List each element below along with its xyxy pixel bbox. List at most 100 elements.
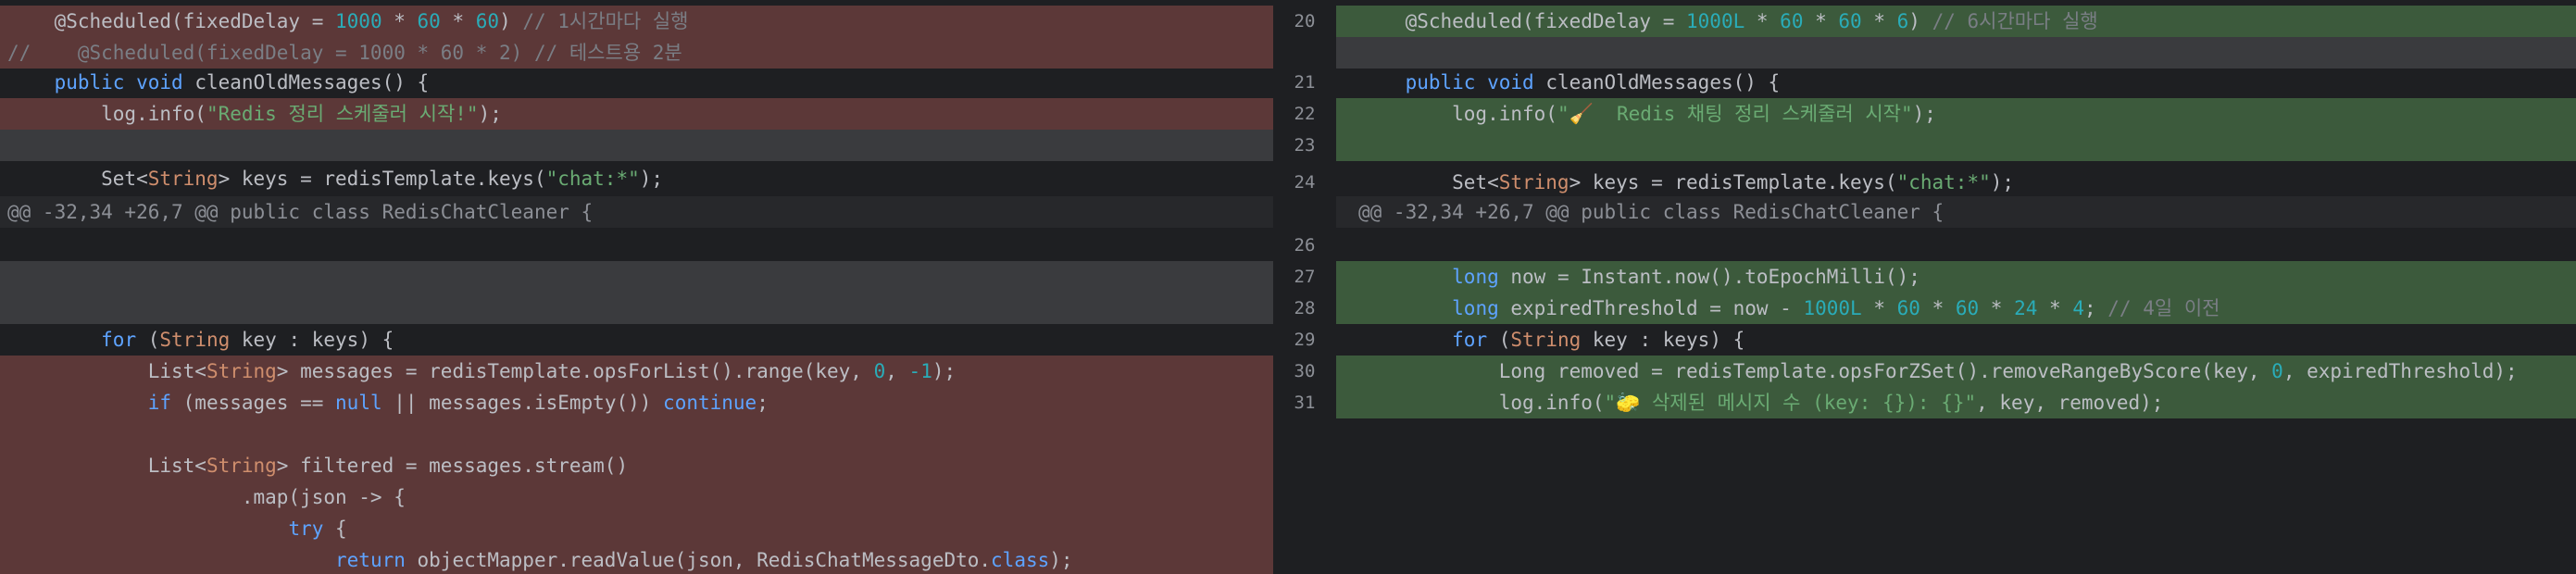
code-token: ) bbox=[499, 10, 523, 32]
code-token: ); bbox=[478, 103, 502, 125]
line-number bbox=[1273, 37, 1336, 69]
code-token: void bbox=[1487, 71, 1534, 94]
code-text: @@ -32,34 +26,7 @@ public class RedisCha… bbox=[1358, 196, 1944, 228]
code-token: * bbox=[1861, 10, 1897, 32]
line-number: 29 bbox=[1294, 330, 1316, 350]
code-line[interactable]: .map(json -> { bbox=[0, 481, 1273, 513]
code-token: ( bbox=[136, 329, 160, 351]
code-token: now = Instant.now().toEpochMilli(); bbox=[1498, 266, 1920, 288]
code-line[interactable]: long expiredThreshold = now - 1000L * 60… bbox=[1336, 293, 2576, 324]
code-line[interactable]: List<String> messages = redisTemplate.op… bbox=[0, 356, 1273, 387]
code-token: String bbox=[206, 455, 277, 477]
code-token: "🧽 삭제된 메시지 수 (key: {}): {}" bbox=[1604, 392, 1977, 414]
code-token: key : keys) { bbox=[230, 329, 394, 351]
code-token: // 4일 이전 bbox=[2107, 297, 2220, 319]
code-line[interactable]: Long removed = redisTemplate.opsForZSet(… bbox=[1336, 356, 2576, 387]
code-line[interactable]: log.info("Redis 정리 스케줄러 시작!"); bbox=[0, 98, 1273, 130]
code-line[interactable]: Set<String> keys = redisTemplate.keys("c… bbox=[1336, 167, 2576, 198]
code-token: log.info( bbox=[1358, 392, 1605, 414]
code-text: return objectMapper.readValue(json, Redi… bbox=[7, 544, 1073, 574]
code-token: cleanOldMessages() { bbox=[182, 71, 430, 94]
code-line[interactable] bbox=[1336, 37, 2576, 69]
code-token: return bbox=[335, 549, 406, 571]
code-line[interactable]: try { bbox=[0, 513, 1273, 544]
line-number: 20 bbox=[1294, 11, 1316, 31]
code-text: Set<String> keys = redisTemplate.keys("c… bbox=[1358, 167, 2014, 198]
code-line[interactable]: @Scheduled(fixedDelay = 1000 * 60 * 60) … bbox=[0, 6, 1273, 37]
code-token: , bbox=[885, 360, 909, 382]
code-token: for bbox=[1452, 329, 1488, 351]
code-token: > keys = redisTemplate.keys( bbox=[218, 168, 546, 190]
line-number bbox=[1273, 196, 1336, 228]
code-token: .map(json -> { bbox=[7, 486, 406, 508]
code-token: class bbox=[991, 549, 1050, 571]
code-token: ; bbox=[757, 392, 769, 414]
code-text: log.info("🧹 Redis 채팅 정리 스케줄러 시작"); bbox=[1358, 98, 1936, 130]
line-number: 23 bbox=[1294, 135, 1316, 156]
line-number: 30 bbox=[1294, 361, 1316, 381]
code-text: for (String key : keys) { bbox=[7, 324, 394, 356]
code-token: > keys = redisTemplate.keys( bbox=[1569, 171, 1897, 193]
code-token: String bbox=[1510, 329, 1582, 351]
code-line[interactable]: List<String> filtered = messages.stream(… bbox=[0, 450, 1273, 481]
line-number: 24 bbox=[1294, 172, 1316, 193]
code-token: , key, removed); bbox=[1976, 392, 2164, 414]
code-token: > filtered = messages.stream() bbox=[276, 455, 629, 477]
code-text: // @Scheduled(fixedDelay = 1000 * 60 * 2… bbox=[7, 37, 682, 69]
code-line[interactable] bbox=[0, 130, 1273, 161]
code-text: long now = Instant.now().toEpochMilli(); bbox=[1358, 261, 1920, 293]
code-token: 60 bbox=[1838, 10, 1862, 32]
line-number: 22 bbox=[1294, 104, 1316, 124]
code-token: 60 bbox=[475, 10, 500, 32]
code-line[interactable]: public void cleanOldMessages() { bbox=[0, 67, 1273, 98]
code-token: "Redis 정리 스케줄러 시작!" bbox=[206, 103, 479, 125]
line-number: 26 bbox=[1294, 235, 1316, 256]
code-token: "chat:*" bbox=[1896, 171, 1991, 193]
hunk-header[interactable]: @@ -32,34 +26,7 @@ public class RedisCha… bbox=[0, 196, 1273, 228]
code-line[interactable]: @Scheduled(fixedDelay = 1000L * 60 * 60 … bbox=[1336, 6, 2576, 37]
code-token: ) bbox=[1908, 10, 1932, 32]
code-text: Set<String> keys = redisTemplate.keys("c… bbox=[7, 163, 663, 194]
code-token: * bbox=[1744, 10, 1781, 32]
code-line[interactable] bbox=[0, 418, 1273, 450]
code-line[interactable] bbox=[1336, 130, 2576, 161]
code-token: ( bbox=[1487, 329, 1511, 351]
code-line[interactable] bbox=[0, 293, 1273, 324]
code-line[interactable]: for (String key : keys) { bbox=[0, 324, 1273, 356]
code-line[interactable]: for (String key : keys) { bbox=[1336, 324, 2576, 356]
code-token: 6 bbox=[1896, 10, 1909, 32]
code-token: ); bbox=[932, 360, 957, 382]
code-token: @@ -32,34 +26,7 @@ public class RedisCha… bbox=[1358, 201, 1945, 223]
code-line[interactable]: log.info("🧹 Redis 채팅 정리 스케줄러 시작"); bbox=[1336, 98, 2576, 130]
code-line[interactable]: return objectMapper.readValue(json, Redi… bbox=[0, 544, 1273, 574]
code-line[interactable] bbox=[0, 261, 1273, 293]
code-text: try { bbox=[7, 513, 346, 544]
code-token: ); bbox=[1990, 171, 2015, 193]
code-token: 60 bbox=[1780, 10, 1804, 32]
code-token: cleanOldMessages() { bbox=[1533, 71, 1781, 94]
code-token: public bbox=[1405, 71, 1476, 94]
code-token: null bbox=[335, 392, 382, 414]
code-token: 60 bbox=[1896, 297, 1920, 319]
code-token: 60 bbox=[417, 10, 441, 32]
code-token: 0 bbox=[2271, 360, 2283, 382]
code-line[interactable]: log.info("🧽 삭제된 메시지 수 (key: {}): {}", ke… bbox=[1336, 387, 2576, 418]
code-text: for (String key : keys) { bbox=[1358, 324, 1744, 356]
code-line[interactable]: // @Scheduled(fixedDelay = 1000 * 60 * 2… bbox=[0, 37, 1273, 69]
code-line[interactable]: public void cleanOldMessages() { bbox=[1336, 67, 2576, 98]
code-line[interactable]: Set<String> keys = redisTemplate.keys("c… bbox=[0, 163, 1273, 194]
hunk-header[interactable]: @@ -32,34 +26,7 @@ public class RedisCha… bbox=[1336, 196, 2576, 228]
code-token: ); bbox=[639, 168, 664, 190]
code-line[interactable] bbox=[0, 230, 1273, 261]
code-token: @@ -32,34 +26,7 @@ public class RedisCha… bbox=[7, 201, 594, 223]
code-line[interactable]: long now = Instant.now().toEpochMilli(); bbox=[1336, 261, 2576, 293]
code-line[interactable] bbox=[1336, 230, 2576, 261]
code-line[interactable]: if (messages == null || messages.isEmpty… bbox=[0, 387, 1273, 418]
line-number: 28 bbox=[1294, 298, 1316, 318]
code-token: log.info( bbox=[7, 103, 206, 125]
code-token: * bbox=[1919, 297, 1956, 319]
